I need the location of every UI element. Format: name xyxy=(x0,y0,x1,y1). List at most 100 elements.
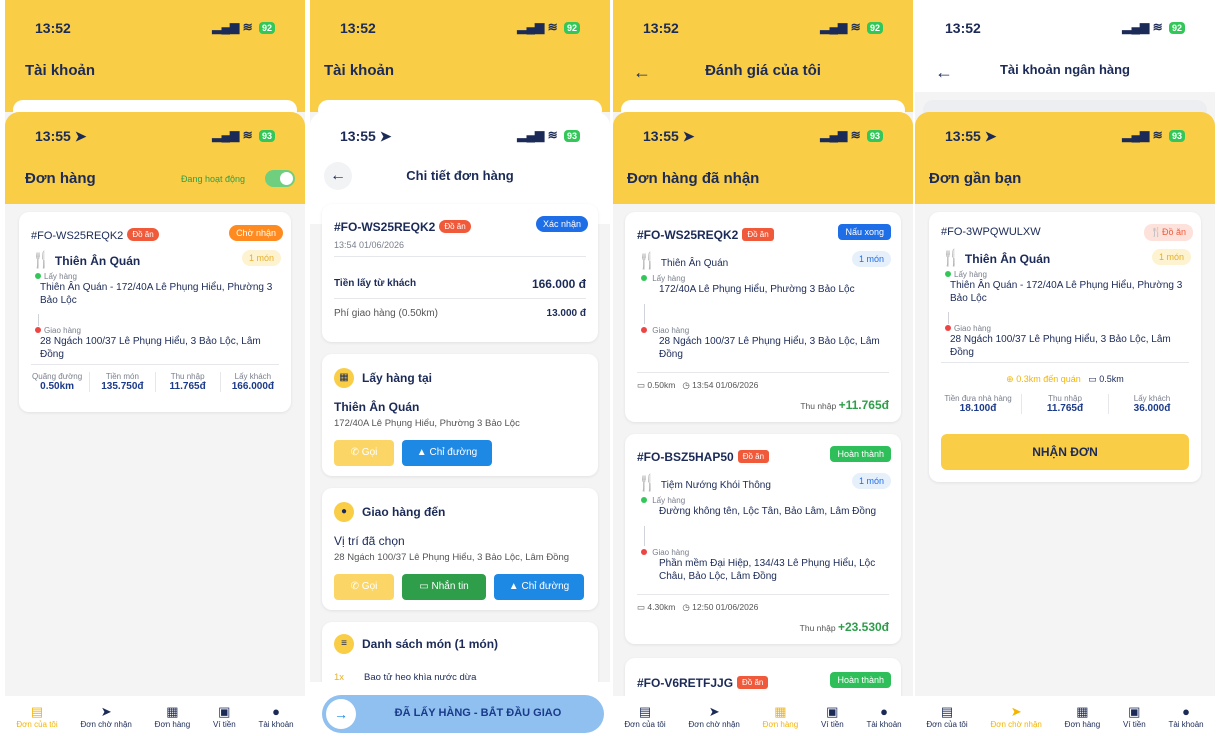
status-time: 13:52 xyxy=(35,20,71,36)
list-icon: ≡ xyxy=(334,634,354,654)
fork-knife-icon: 🍴 xyxy=(941,250,961,267)
stat-food-price: Tiền món 135.750đ xyxy=(89,372,154,392)
pickup-dot-icon xyxy=(945,271,951,277)
toggle-knob xyxy=(280,172,293,185)
clipboard-icon: ▤ xyxy=(30,703,44,719)
nav-wallet[interactable]: ▣ Ví tiền xyxy=(821,704,844,729)
status-icons: ▂▄▆ ≋ 92 xyxy=(1122,20,1185,34)
pickup-address: Thiên Ân Quán - 172/40A Lê Phụng Hiểu, P… xyxy=(40,282,273,306)
food-tag: Đồ ăn xyxy=(439,220,471,234)
restaurant-name: Thiên Ân Quán xyxy=(964,252,1051,266)
restaurant-name: Thiên Ân Quán xyxy=(54,254,141,268)
status-time: 13:52 xyxy=(643,20,679,36)
pickup-dot-icon xyxy=(35,273,41,279)
order-code-row: #FO-BSZ5HAP50 Đồ ăn xyxy=(637,448,770,466)
order-card[interactable]: #FO-WS25REQK2 Đồ ăn Nấu xong 🍴 Thiên Ân Qu… xyxy=(625,212,901,422)
distance-time-row: ▭ 0.50km ◷ 13:54 01/06/2026 xyxy=(637,380,759,390)
status-icons: ▂▄▆ ≋ 92 xyxy=(212,20,275,34)
food-tag: Đồ ăn xyxy=(737,676,769,690)
status-bar: 13:55 ➤ ▂▄▆ ≋ 93 xyxy=(613,128,913,158)
nav-orders[interactable]: ▦ Đơn hàng xyxy=(155,704,191,729)
delivery-address: Phần mềm Đại Hiệp, 134/43 Lê Phụng Hiểu,… xyxy=(659,558,876,582)
divider xyxy=(637,372,889,373)
nearby-order-card[interactable]: #FO-3WPQWULXW 🍴Đồ ăn 🍴 Thiên Ân Quán 1 mó… xyxy=(929,212,1201,482)
directions-button[interactable]: ▲ Chỉ đường xyxy=(494,574,584,600)
screen-order-detail: 13:52 ▂▄▆ ≋ 92 Tài khoản 13:55 ➤ ▂▄▆ ≋ 9… xyxy=(310,0,610,736)
to-shop-distance: ⊕ 0.3km đến quán xyxy=(1006,374,1081,384)
call-button[interactable]: ✆ Gọi xyxy=(334,440,394,466)
navigation-arrow-icon: ➤ xyxy=(708,703,720,719)
fee-label: Phí giao hàng (0.50km) xyxy=(334,308,438,319)
receipt-icon: ▦ xyxy=(1076,703,1089,719)
delivery-dot-icon xyxy=(35,327,41,333)
directions-button[interactable]: ▲ Chỉ đường xyxy=(402,440,492,466)
status-badge: Chờ nhận xyxy=(229,225,283,241)
message-button[interactable]: ▭ Nhắn tin xyxy=(402,574,486,600)
nearby-sheet: 13:55 ➤ ▂▄▆ ≋ 93 Đơn gần bạn #FO-3WPQWUL… xyxy=(915,112,1215,736)
battery-icon: 92 xyxy=(1168,22,1185,34)
pickup-address: 172/40A Lê Phụng Hiểu, Phường 3 Bảo Lộc xyxy=(334,418,520,429)
status-badge: Hoàn thành xyxy=(830,446,891,462)
item-count-badge: 1 món xyxy=(851,473,891,489)
receipt-icon: ▦ xyxy=(166,703,179,719)
fork-knife-icon: 🍴 xyxy=(637,475,657,492)
status-time: 13:52 xyxy=(340,20,376,36)
order-code-row: #FO-WS25REQK2 Đồ ăn xyxy=(637,226,774,244)
fork-knife-icon: 🍴 xyxy=(31,252,51,269)
nav-pending-orders[interactable]: ➤ Đơn chờ nhận xyxy=(80,704,131,729)
divider xyxy=(31,364,279,365)
order-card[interactable]: #FO-BSZ5HAP50 Đồ ăn Hoàn thành 🍴 Tiệm Nướn… xyxy=(625,434,901,644)
delivery-dot-icon xyxy=(945,325,951,331)
location-pin-icon: ● xyxy=(334,502,354,522)
nav-wallet[interactable]: ▣ Ví tiền xyxy=(1123,704,1146,729)
order-code-row: #FO-V6RETFJJG Đồ ăn xyxy=(637,674,769,692)
food-tag: Đồ ăn xyxy=(737,450,770,464)
stat-restaurant-payment: Tiền đưa nhà hàng 18.100đ xyxy=(944,394,1012,414)
stat-income: Thu nhập 11.765đ xyxy=(154,372,220,392)
restaurant-row: 🍴 Tiệm Nướng Khói Thông xyxy=(637,473,771,493)
fork-knife-icon: 🍴 xyxy=(1150,227,1162,237)
nav-my-orders[interactable]: ▤ Đơn của tôi xyxy=(16,704,57,729)
distance-row: ⊕ 0.3km đến quán ▭ 0.5km xyxy=(929,374,1201,385)
user-icon: ● xyxy=(272,703,280,719)
nav-orders[interactable]: ▦ Đơn hàng xyxy=(1065,704,1101,729)
accept-order-button[interactable]: NHẬN ĐƠN xyxy=(941,434,1189,470)
nav-account[interactable]: ● Tài khoản xyxy=(258,704,293,729)
start-delivery-button[interactable]: → ĐÃ LẤY HÀNG - BẮT ĐẦU GIAO xyxy=(322,695,604,733)
status-badge: Nấu xong xyxy=(838,224,891,240)
nav-pending-orders[interactable]: ➤ Đơn chờ nhận xyxy=(990,704,1041,729)
navigation-arrow-icon: ➤ xyxy=(1010,703,1022,719)
battery-icon: 92 xyxy=(563,22,580,34)
nav-wallet[interactable]: ▣ Ví tiền xyxy=(213,704,236,729)
fork-knife-icon: 🍴 xyxy=(637,253,657,270)
divider xyxy=(334,256,586,257)
divider xyxy=(941,362,1189,363)
confirm-badge[interactable]: Xác nhận xyxy=(535,216,588,232)
arrow-right-icon: → xyxy=(326,699,356,729)
nav-my-orders[interactable]: ▤ Đơn của tôi xyxy=(926,704,967,729)
nav-account[interactable]: ● Tài khoản xyxy=(866,704,901,729)
active-toggle[interactable] xyxy=(265,170,295,187)
route-line xyxy=(948,312,949,324)
total-distance: ▭ 0.5km xyxy=(1088,374,1124,384)
restaurant-row: 🍴 Thiên Ân Quán xyxy=(31,250,140,270)
nav-my-orders[interactable]: ▤ Đơn của tôi xyxy=(624,704,665,729)
pickup-block: Lấy hàng Đường không tên, Lộc Tân, Bảo L… xyxy=(641,496,891,518)
status-icons: ▂▄▆ ≋ 93 xyxy=(1122,128,1185,142)
nav-account[interactable]: ● Tài khoản xyxy=(1168,704,1203,729)
status-time: 13:55 ➤ xyxy=(35,128,87,144)
status-time: 13:55 ➤ xyxy=(945,128,997,144)
delivery-name: Vị trí đã chọn xyxy=(334,534,405,548)
nav-orders[interactable]: ▦ Đơn hàng xyxy=(763,704,799,729)
food-tag: 🍴Đồ ăn xyxy=(1143,224,1193,241)
restaurant-row: 🍴 Thiên Ân Quán xyxy=(941,248,1050,268)
delivery-address: 28 Ngách 100/37 Lê Phụng Hiểu, 3 Bảo Lộc… xyxy=(334,552,570,563)
page-title: Đơn hàng xyxy=(25,170,96,187)
stat-distance: Quãng đường 0.50km xyxy=(32,372,83,392)
call-button[interactable]: ✆ Gọi xyxy=(334,574,394,600)
order-card[interactable]: #FO-WS25REQK2 Đồ ăn Chờ nhận 🍴 Thiên Ân Qu… xyxy=(19,212,291,412)
food-tag: Đồ ăn xyxy=(742,228,774,242)
stat-collect: Lấy khách 36.000đ xyxy=(1108,394,1195,414)
page-title: Đơn hàng đã nhận xyxy=(627,170,760,187)
nav-pending-orders[interactable]: ➤ Đơn chờ nhận xyxy=(688,704,739,729)
